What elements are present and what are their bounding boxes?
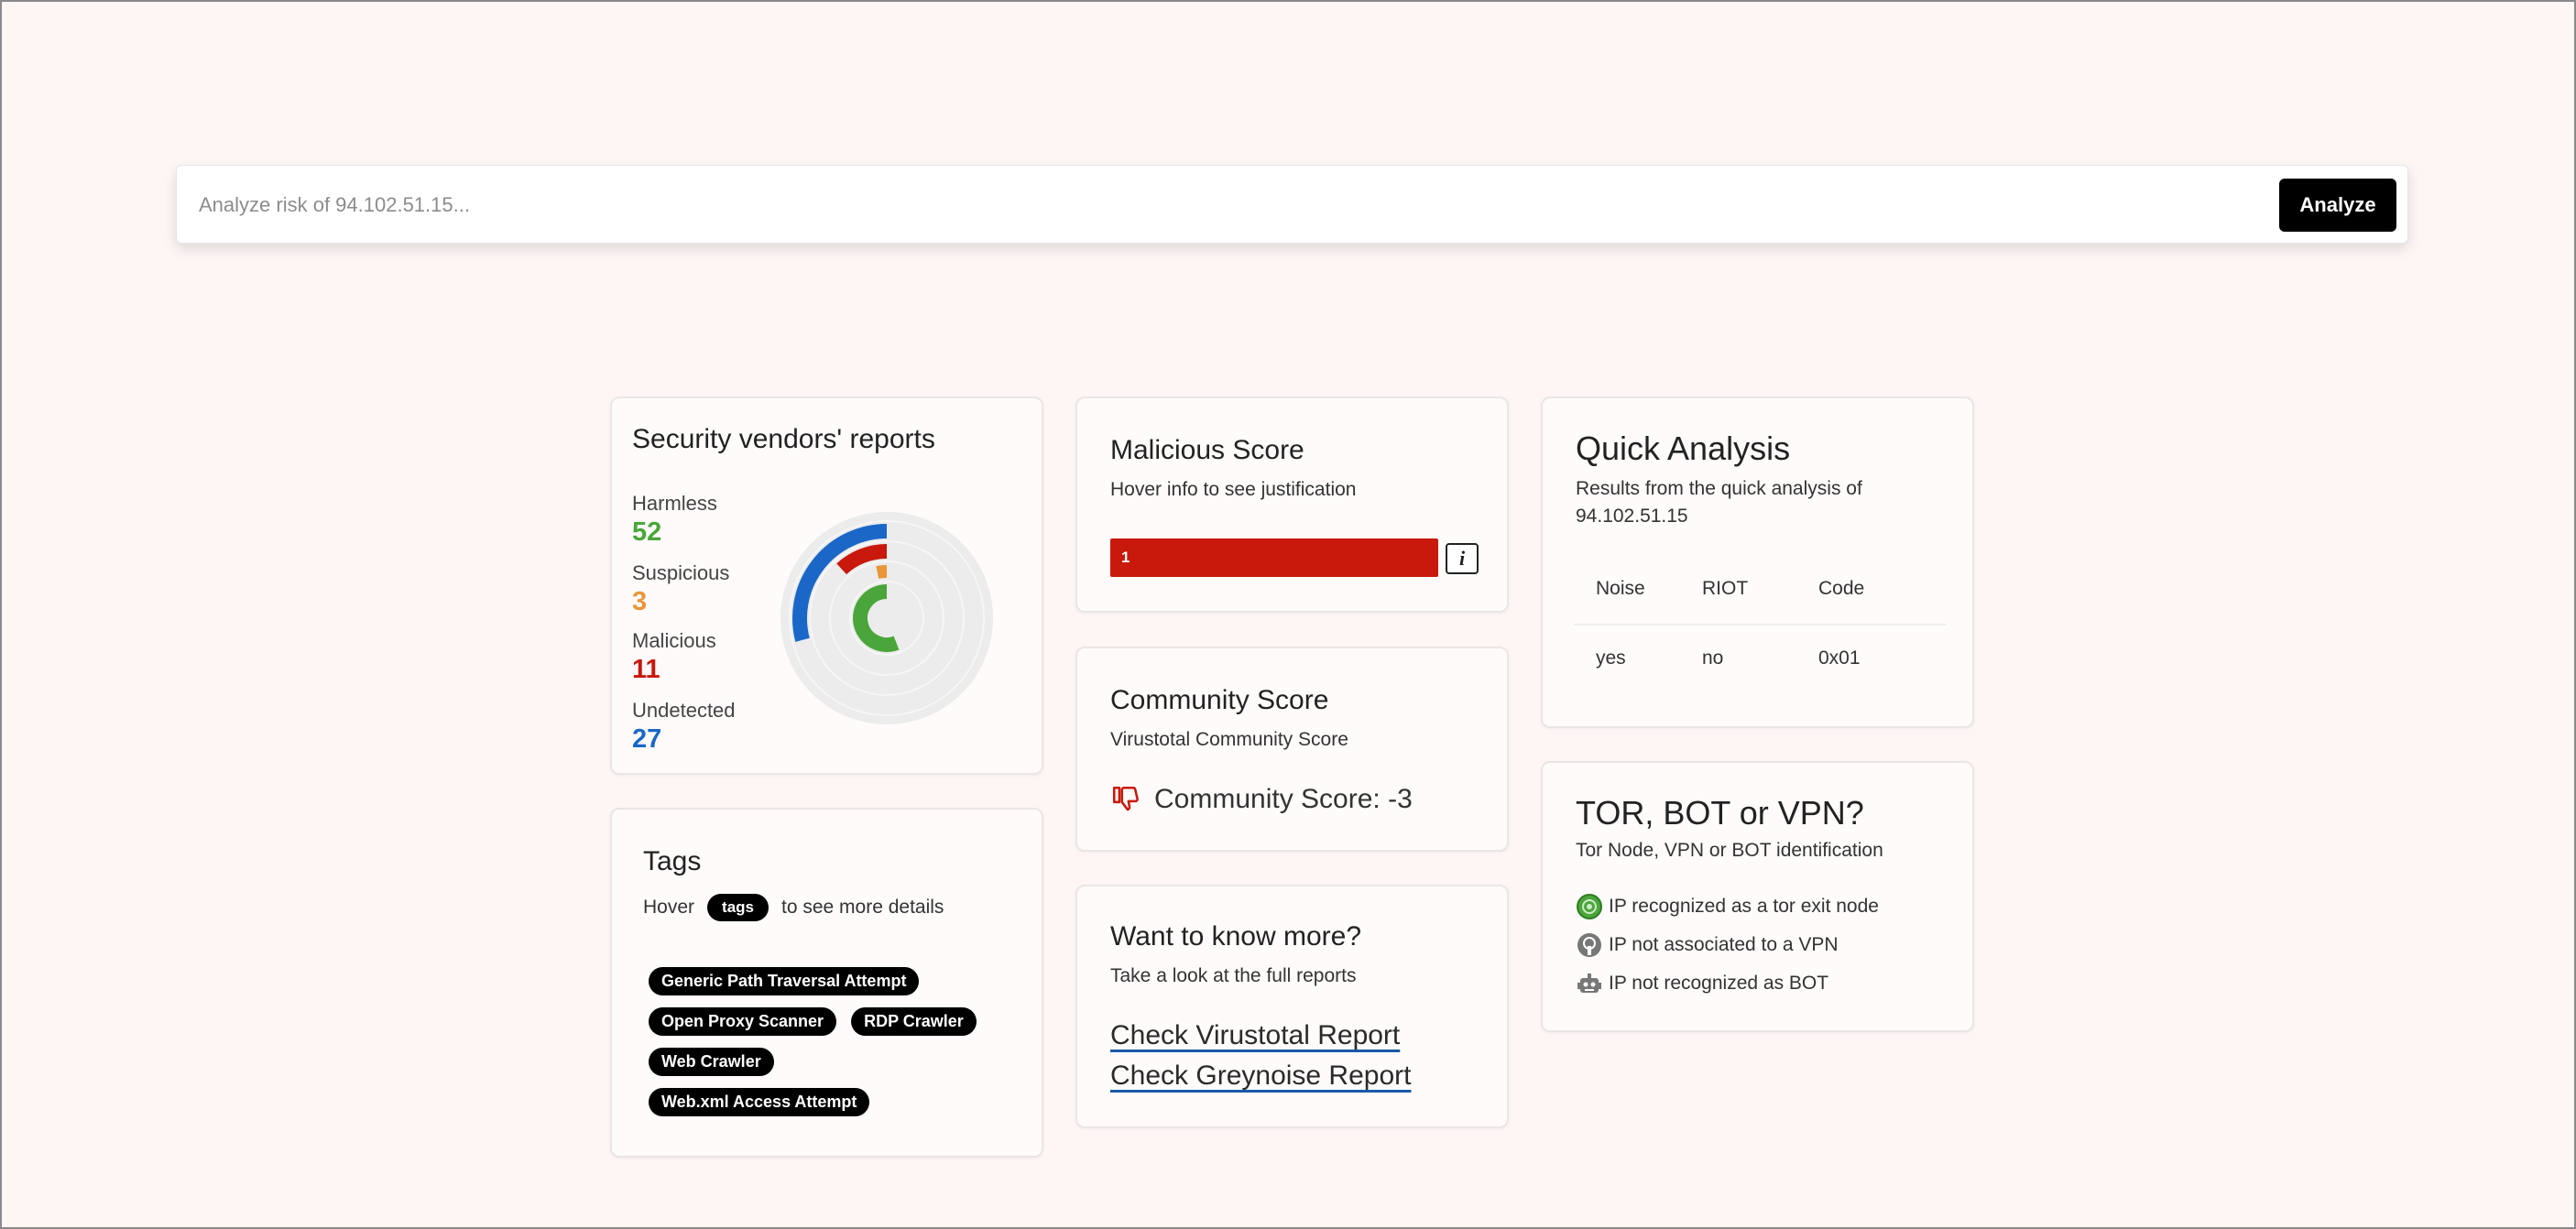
code-cell: 0x01 xyxy=(1818,647,1861,669)
tag-pill[interactable]: Web Crawler xyxy=(649,1048,774,1076)
quick-analysis-subtitle: Results from the quick analysis of 94.10… xyxy=(1576,478,1862,527)
vpn-status: IP not associated to a VPN xyxy=(1576,931,1839,959)
search-input[interactable] xyxy=(199,186,2214,224)
tags-hint: Hover tags to see more details xyxy=(643,894,944,921)
quick-analysis-card: Quick Analysis Results from the quick an… xyxy=(1541,397,1974,728)
community-score-card: Community Score Virustotal Community Sco… xyxy=(1075,647,1509,852)
malicious-value: 11 xyxy=(632,655,660,684)
undetected-value: 27 xyxy=(632,724,662,754)
vendors-radial-chart xyxy=(780,512,993,724)
riot-cell: no xyxy=(1702,647,1724,669)
harmless-value: 52 xyxy=(632,517,662,547)
community-score-subtitle: Virustotal Community Score xyxy=(1110,729,1348,750)
tor-status-text: IP recognized as a tor exit node xyxy=(1609,896,1879,917)
info-icon[interactable]: i xyxy=(1446,543,1479,574)
harmless-label: Harmless xyxy=(632,492,717,515)
tag-pill[interactable]: Open Proxy Scanner xyxy=(649,1007,837,1036)
tag-pill[interactable]: RDP Crawler xyxy=(851,1007,977,1036)
tag-pill[interactable]: Generic Path Traversal Attempt xyxy=(649,967,920,995)
quick-analysis-title: Quick Analysis xyxy=(1576,430,1791,467)
bot-status: IP not recognized as BOT xyxy=(1576,970,1828,997)
community-score-title: Community Score xyxy=(1110,685,1329,715)
thumbs-down-icon xyxy=(1112,786,1139,811)
robot-icon xyxy=(1576,970,1603,997)
reports-title: Want to know more? xyxy=(1110,921,1361,952)
bot-status-text: IP not recognized as BOT xyxy=(1609,973,1829,994)
search-bar: Analyze xyxy=(176,165,2408,244)
malicious-score-card: Malicious Score Hover info to see justif… xyxy=(1075,397,1509,613)
community-score-line: Community Score: -3 xyxy=(1110,784,1413,815)
tags-hint-suffix: to see more details xyxy=(781,897,944,918)
column-header-code: Code xyxy=(1818,578,1865,599)
tor-bot-vpn-subtitle: Tor Node, VPN or BOT identification xyxy=(1576,840,1883,861)
tag-pill[interactable]: Web.xml Access Attempt xyxy=(649,1088,870,1116)
malicious-score-title: Malicious Score xyxy=(1110,435,1304,465)
table-row: yes no 0x01 xyxy=(1574,647,1946,669)
tag-row: Web Crawler xyxy=(649,1048,774,1076)
suspicious-value: 3 xyxy=(632,587,648,616)
suspicious-label: Suspicious xyxy=(632,561,730,584)
tags-title: Tags xyxy=(643,846,702,876)
quick-analysis-header: Noise RIOT Code xyxy=(1574,578,1946,625)
community-score-text: Community Score: -3 xyxy=(1154,784,1413,814)
tor-bot-vpn-title: TOR, BOT or VPN? xyxy=(1576,794,1864,832)
tags-hint-prefix: Hover xyxy=(643,897,695,918)
undetected-label: Undetected xyxy=(632,699,736,722)
malicious-label: Malicious xyxy=(632,629,716,652)
tor-status: IP recognized as a tor exit node xyxy=(1576,893,1879,920)
tags-hint-pill: tags xyxy=(707,894,769,921)
column-header-riot: RIOT xyxy=(1702,578,1749,599)
malicious-score-subtitle: Hover info to see justification xyxy=(1110,479,1357,500)
suspicious-ring xyxy=(876,565,888,579)
vendors-card: Security vendors' reports Harmless 52 Su… xyxy=(610,397,1043,775)
greynoise-report-link[interactable]: Check Greynoise Report xyxy=(1110,1060,1411,1092)
tags-card: Tags Hover tags to see more details Gene… xyxy=(610,808,1043,1158)
tor-icon xyxy=(1576,893,1603,920)
vendors-title: Security vendors' reports xyxy=(632,424,935,454)
vpn-status-text: IP not associated to a VPN xyxy=(1609,934,1839,955)
tor-bot-vpn-card: TOR, BOT or VPN? Tor Node, VPN or BOT id… xyxy=(1541,761,1974,1032)
noise-cell: yes xyxy=(1596,647,1626,669)
tag-row: Web.xml Access Attempt xyxy=(649,1088,870,1116)
analyze-button[interactable]: Analyze xyxy=(2279,179,2396,232)
tag-row: Open Proxy Scanner RDP Crawler xyxy=(649,1007,977,1036)
reports-card: Want to know more? Take a look at the fu… xyxy=(1075,885,1509,1128)
column-header-noise: Noise xyxy=(1596,578,1645,599)
virustotal-report-link[interactable]: Check Virustotal Report xyxy=(1110,1020,1400,1051)
malicious-score-bar: 1 xyxy=(1110,538,1438,577)
vpn-icon xyxy=(1576,931,1603,959)
reports-subtitle: Take a look at the full reports xyxy=(1110,965,1357,986)
tag-row: Generic Path Traversal Attempt xyxy=(649,967,920,995)
